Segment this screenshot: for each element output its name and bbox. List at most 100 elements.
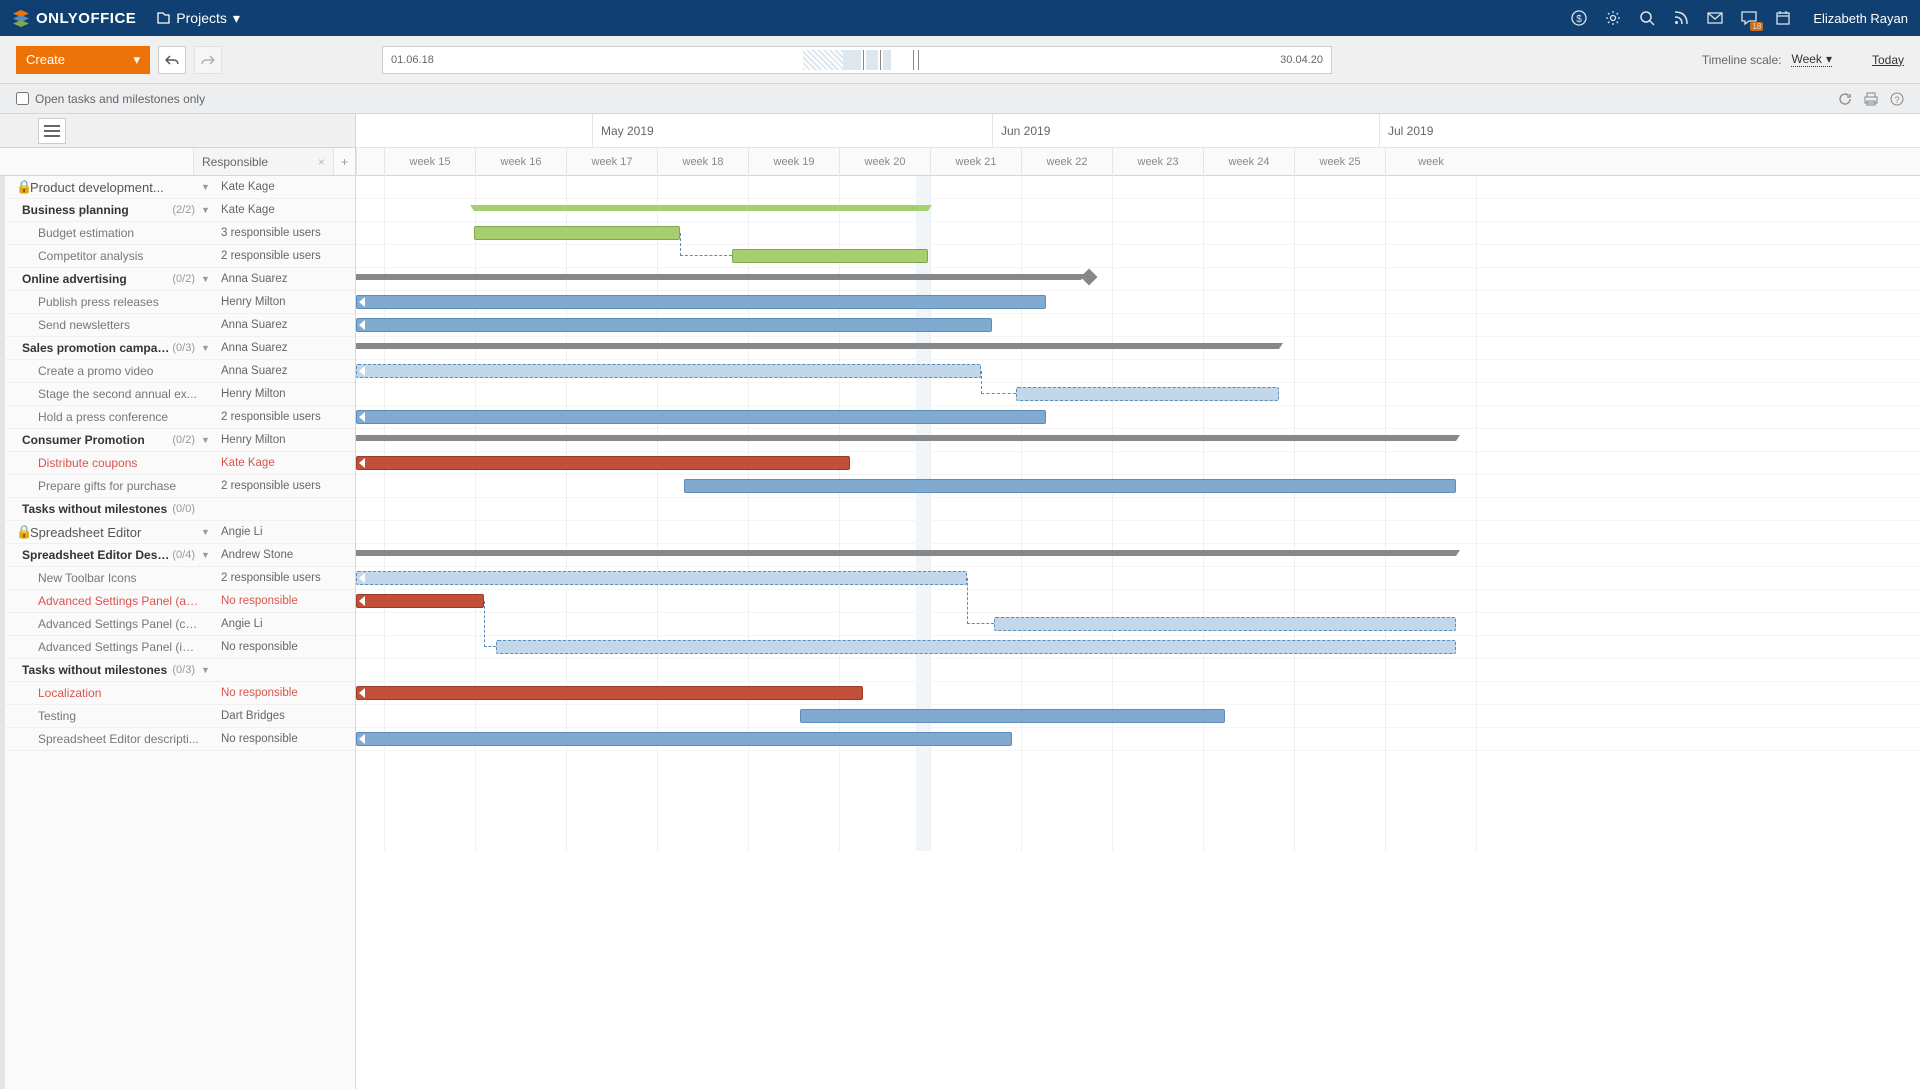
svg-text:$: $ — [1577, 14, 1583, 25]
task-row[interactable]: Publish press releasesHenry Milton — [0, 291, 355, 314]
week-label: week 23 — [1112, 148, 1203, 176]
scale-selector[interactable]: Week ▾ — [1791, 52, 1832, 67]
print-icon[interactable] — [1864, 92, 1878, 106]
task-bar[interactable] — [356, 571, 967, 585]
task-row[interactable]: Create a promo videoAnna Suarez — [0, 360, 355, 383]
milestone-row[interactable]: Sales promotion campaign(0/3)▼Anna Suare… — [0, 337, 355, 360]
talk-icon[interactable]: 18 — [1741, 10, 1757, 26]
task-bar[interactable] — [474, 226, 680, 240]
create-button[interactable]: Create ▾ — [16, 46, 150, 74]
search-icon[interactable] — [1639, 10, 1655, 26]
milestone-row[interactable]: Spreadsheet Editor Design(0/4)▼Andrew St… — [0, 544, 355, 567]
task-row[interactable]: Hold a press conference2 responsible use… — [0, 406, 355, 429]
row-name: Consumer Promotion — [22, 433, 172, 447]
task-bar[interactable] — [684, 479, 1456, 493]
task-rows: 🔒Product development...▼Kate KageBusines… — [0, 176, 355, 751]
chevron-down-icon[interactable]: ▼ — [201, 205, 211, 215]
undo-button[interactable] — [158, 46, 186, 74]
open-tasks-checkbox[interactable] — [16, 92, 29, 105]
milestone-row[interactable]: Consumer Promotion(0/2)▼Henry Milton — [0, 429, 355, 452]
chevron-down-icon[interactable]: ▼ — [201, 435, 211, 445]
summary-bar[interactable] — [356, 435, 1456, 441]
milestone-row[interactable]: Online advertising(0/2)▼Anna Suarez — [0, 268, 355, 291]
gantt-row — [356, 475, 1920, 498]
task-row[interactable]: Distribute couponsKate Kage — [0, 452, 355, 475]
task-bar[interactable] — [994, 617, 1456, 631]
task-row[interactable]: Prepare gifts for purchase2 responsible … — [0, 475, 355, 498]
payments-icon[interactable]: $ — [1571, 10, 1587, 26]
task-bar[interactable] — [1016, 387, 1279, 401]
milestone-row[interactable]: Business planning(2/2)▼Kate Kage — [0, 199, 355, 222]
row-name: Create a promo video — [28, 364, 201, 378]
timeline-range[interactable]: 01.06.18 30.04.20 — [382, 46, 1332, 74]
task-bar[interactable] — [356, 318, 992, 332]
brand-logo[interactable]: ONLYOFFICE — [12, 9, 136, 27]
gantt-row — [356, 705, 1920, 728]
task-bar[interactable] — [356, 686, 863, 700]
task-row[interactable]: Competitor analysis2 responsible users — [0, 245, 355, 268]
redo-button[interactable] — [194, 46, 222, 74]
continues-left-icon — [359, 596, 365, 606]
help-icon[interactable]: ? — [1890, 92, 1904, 106]
tree-menu-button[interactable] — [38, 118, 66, 144]
chevron-down-icon[interactable]: ▼ — [201, 182, 211, 192]
add-column-button[interactable]: + — [333, 148, 355, 175]
task-bar[interactable] — [356, 732, 1012, 746]
summary-bar[interactable] — [356, 550, 1456, 556]
task-bar[interactable] — [356, 410, 1046, 424]
row-count: (0/0) — [172, 503, 195, 515]
chevron-down-icon[interactable]: ▼ — [201, 527, 211, 537]
row-name: Competitor analysis — [28, 249, 201, 263]
project-row[interactable]: 🔒Spreadsheet Editor▼Angie Li — [0, 521, 355, 544]
task-nm-row[interactable]: Tasks without milestones(0/0) — [0, 498, 355, 521]
task-bar[interactable] — [356, 594, 484, 608]
user-menu[interactable]: Elizabeth Rayan — [1813, 11, 1908, 26]
task-bar[interactable] — [732, 249, 928, 263]
mail-icon[interactable] — [1707, 10, 1723, 26]
continues-left-icon — [359, 734, 365, 744]
row-name: Spreadsheet Editor descripti... — [28, 732, 201, 746]
task-nm-row[interactable]: Tasks without milestones(0/3)▼ — [0, 659, 355, 682]
open-tasks-filter[interactable]: Open tasks and milestones only — [16, 92, 205, 106]
today-button[interactable]: Today — [1872, 53, 1904, 67]
chevron-down-icon[interactable]: ▼ — [201, 274, 211, 284]
row-name: Hold a press conference — [28, 410, 201, 424]
task-row[interactable]: LocalizationNo responsible — [0, 682, 355, 705]
remove-column-icon[interactable]: × — [318, 155, 325, 169]
task-bar[interactable] — [356, 295, 1046, 309]
row-name: Localization — [28, 686, 201, 700]
task-row[interactable]: Budget estimation3 responsible users — [0, 222, 355, 245]
chevron-down-icon[interactable]: ▼ — [201, 665, 211, 675]
gantt-row — [356, 567, 1920, 590]
chevron-down-icon[interactable]: ▼ — [201, 343, 211, 353]
task-row[interactable]: New Toolbar Icons2 responsible users — [0, 567, 355, 590]
feed-icon[interactable] — [1673, 10, 1689, 26]
task-row[interactable]: Send newslettersAnna Suarez — [0, 314, 355, 337]
settings-icon[interactable] — [1605, 10, 1621, 26]
responsible-column-header[interactable]: Responsible × — [193, 148, 333, 175]
task-bar[interactable] — [496, 640, 1456, 654]
summary-bar[interactable] — [474, 205, 928, 211]
task-row[interactable]: Advanced Settings Panel (ch...Angie Li — [0, 613, 355, 636]
gantt-row — [356, 728, 1920, 751]
refresh-icon[interactable] — [1838, 92, 1852, 106]
task-bar[interactable] — [356, 456, 850, 470]
task-row[interactable]: TestingDart Bridges — [0, 705, 355, 728]
calendar-icon[interactable] — [1775, 10, 1791, 26]
task-row[interactable]: Spreadsheet Editor descripti...No respon… — [0, 728, 355, 751]
task-row[interactable]: Advanced Settings Panel (im...No respons… — [0, 636, 355, 659]
task-bar[interactable] — [800, 709, 1225, 723]
gantt-body[interactable] — [356, 176, 1920, 851]
week-label: week 15 — [384, 148, 475, 176]
task-bar[interactable] — [356, 364, 981, 378]
milestone-diamond[interactable] — [1081, 269, 1098, 286]
module-selector[interactable]: Projects ▾ — [156, 10, 240, 27]
row-count: (0/2) — [172, 434, 195, 446]
chevron-down-icon[interactable]: ▼ — [201, 550, 211, 560]
summary-bar[interactable] — [356, 343, 1279, 349]
summary-bar[interactable] — [356, 274, 1081, 280]
task-row[interactable]: Advanced Settings Panel (au...No respons… — [0, 590, 355, 613]
project-row[interactable]: 🔒Product development...▼Kate Kage — [0, 176, 355, 199]
open-tasks-label: Open tasks and milestones only — [35, 92, 205, 106]
task-row[interactable]: Stage the second annual ex...Henry Milto… — [0, 383, 355, 406]
